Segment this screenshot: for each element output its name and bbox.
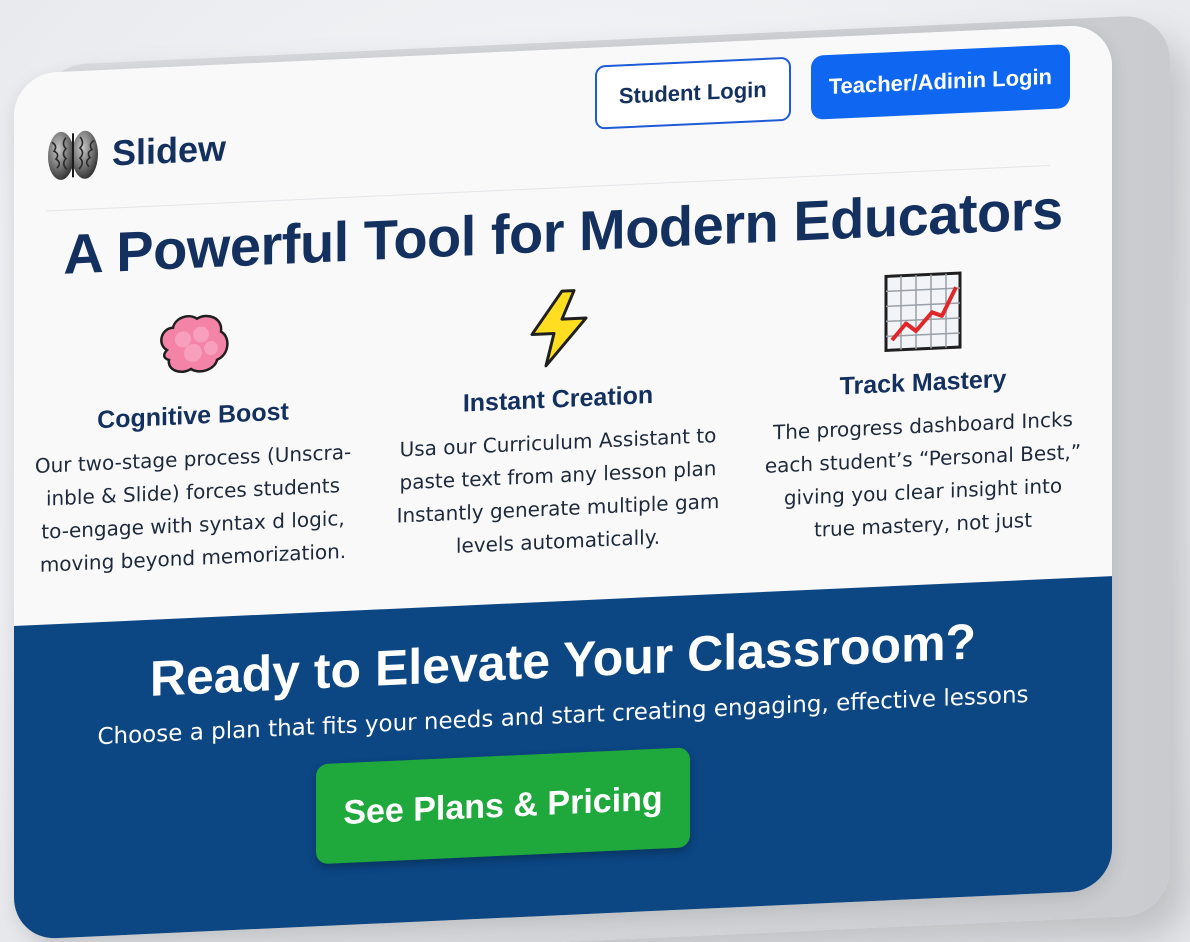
feature-description: The progress dashboard Incks each studen…	[758, 402, 1088, 549]
card-top-section: Slidew Student Login Teacher/Adinin Logi…	[14, 24, 1112, 634]
login-buttons: Student Login Teacher/Adinin Login	[594, 44, 1070, 130]
student-login-button[interactable]: Student Login	[594, 56, 791, 130]
brand[interactable]: Slidew	[46, 120, 226, 184]
cta-band: Ready to Elevate Your Classroom? Choose …	[14, 576, 1112, 940]
feature-title: Instant Creation	[462, 380, 654, 418]
see-plans-pricing-button[interactable]: See Plans & Pricing	[316, 747, 690, 865]
screenshot-stage: Slidew Student Login Teacher/Adinin Logi…	[0, 0, 1190, 942]
feature-title: Track Mastery	[839, 364, 1007, 401]
feature-title: Cognitive Boost	[97, 397, 289, 435]
site-header: Slidew Student Login Teacher/Adinin Logi…	[46, 44, 1080, 191]
landing-card: Slidew Student Login Teacher/Adinin Logi…	[14, 24, 1112, 940]
brain-logo-icon	[46, 126, 100, 184]
feature-track-mastery: Track Mastery The progress dashboard Inc…	[758, 265, 1088, 549]
feature-description: Our two-stage process (Unscra- inble & S…	[28, 435, 358, 582]
brand-name: Slidew	[112, 127, 227, 174]
feature-instant-creation: Instant Creation Usa our Curriculum Assi…	[393, 282, 723, 566]
brain-icon	[28, 298, 358, 391]
chart-icon	[758, 265, 1088, 358]
feature-description: Usa our Curriculum Assistant to paste te…	[393, 419, 723, 566]
feature-cognitive-boost: Cognitive Boost Our two-stage process (U…	[28, 298, 358, 582]
lightning-icon	[393, 282, 723, 375]
teacher-admin-login-button[interactable]: Teacher/Adinin Login	[810, 44, 1070, 120]
features-row: Cognitive Boost Our two-stage process (U…	[28, 265, 1088, 582]
